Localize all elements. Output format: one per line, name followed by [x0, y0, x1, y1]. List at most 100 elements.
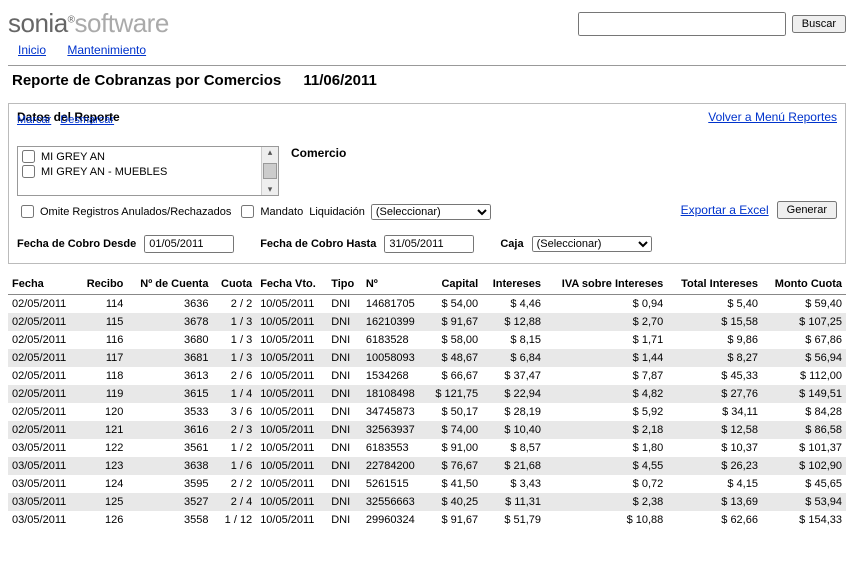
- fecha-desde-label: Fecha de Cobro Desde: [17, 238, 136, 250]
- col-nro: Nº: [362, 274, 426, 295]
- cell-iva: $ 10,88: [545, 511, 667, 529]
- nav-maintenance[interactable]: Mantenimiento: [67, 43, 146, 57]
- comercio-label: Comercio: [291, 130, 346, 160]
- col-intereses: Intereses: [482, 274, 545, 295]
- cell-tipo: DNI: [327, 475, 362, 493]
- table-row: 02/05/201111636801 / 310/05/2011DNI61835…: [8, 331, 846, 349]
- comercio-listbox[interactable]: MI GREY AN MI GREY AN - MUEBLES ▴ ▾: [17, 146, 279, 196]
- cell-tipo: DNI: [327, 403, 362, 421]
- caja-label: Caja: [500, 238, 523, 250]
- scroll-thumb[interactable]: [263, 163, 277, 179]
- cell-cuota: 3 / 6: [212, 403, 256, 421]
- cell-totint: $ 9,86: [667, 331, 762, 349]
- cell-intereses: $ 10,40: [482, 421, 545, 439]
- cell-nro: 10058093: [362, 349, 426, 367]
- cell-cuenta: 3561: [127, 439, 212, 457]
- cell-capital: $ 40,25: [425, 493, 482, 511]
- cell-cuota: 1 / 4: [212, 385, 256, 403]
- scroll-down-icon[interactable]: ▾: [268, 184, 273, 195]
- cell-cuota: 1 / 2: [212, 439, 256, 457]
- page-title-text: Reporte de Cobranzas por Comercios: [12, 72, 281, 89]
- table-row: 03/05/201112635581 / 1210/05/2011DNI2996…: [8, 511, 846, 529]
- marcar-link[interactable]: Marcar: [17, 114, 51, 126]
- cell-monto: $ 149,51: [762, 385, 846, 403]
- brand-logo: sonia®software: [8, 8, 169, 39]
- cell-totint: $ 10,37: [667, 439, 762, 457]
- cell-cuenta: 3680: [127, 331, 212, 349]
- search-button[interactable]: Buscar: [792, 15, 846, 33]
- cell-fecha: 02/05/2011: [8, 349, 78, 367]
- cell-totint: $ 8,27: [667, 349, 762, 367]
- list-item[interactable]: MI GREY AN: [22, 149, 257, 164]
- list-item-checkbox[interactable]: [22, 150, 35, 163]
- export-excel-link[interactable]: Exportar a Excel: [681, 203, 769, 217]
- cell-iva: $ 0,94: [545, 295, 667, 314]
- cell-recibo: 120: [78, 403, 128, 421]
- cell-monto: $ 112,00: [762, 367, 846, 385]
- table-row: 02/05/201111936151 / 410/05/2011DNI18108…: [8, 385, 846, 403]
- fecha-hasta-label: Fecha de Cobro Hasta: [260, 238, 376, 250]
- cell-fecha: 03/05/2011: [8, 475, 78, 493]
- table-row: 02/05/201111536781 / 310/05/2011DNI16210…: [8, 313, 846, 331]
- cell-monto: $ 154,33: [762, 511, 846, 529]
- desmarcar-link[interactable]: Desmarcar: [60, 114, 114, 126]
- brand-part2: software: [75, 8, 169, 38]
- cell-nro: 5261515: [362, 475, 426, 493]
- table-body: 02/05/201111436362 / 210/05/2011DNI14681…: [8, 295, 846, 530]
- cell-vto: 10/05/2011: [256, 331, 327, 349]
- cell-nro: 6183528: [362, 331, 426, 349]
- table-row: 02/05/201111736811 / 310/05/2011DNI10058…: [8, 349, 846, 367]
- cell-fecha: 02/05/2011: [8, 403, 78, 421]
- mandato-checkbox[interactable]: [241, 205, 254, 218]
- cell-vto: 10/05/2011: [256, 439, 327, 457]
- cell-fecha: 02/05/2011: [8, 295, 78, 314]
- cell-monto: $ 107,25: [762, 313, 846, 331]
- cell-cuenta: 3533: [127, 403, 212, 421]
- page-title: Reporte de Cobranzas por Comercios 11/06…: [12, 72, 846, 89]
- comercio-row: Marcar Desmarcar MI GREY AN MI GREY AN -…: [17, 130, 837, 196]
- cell-intereses: $ 8,15: [482, 331, 545, 349]
- cell-intereses: $ 51,79: [482, 511, 545, 529]
- cell-intereses: $ 22,94: [482, 385, 545, 403]
- cell-recibo: 116: [78, 331, 128, 349]
- table-row: 02/05/201112035333 / 610/05/2011DNI34745…: [8, 403, 846, 421]
- scroll-up-icon[interactable]: ▴: [268, 147, 273, 158]
- brand-part1: sonia: [8, 8, 68, 38]
- cell-intereses: $ 11,31: [482, 493, 545, 511]
- fecha-desde-input[interactable]: [144, 235, 234, 253]
- cell-cuenta: 3613: [127, 367, 212, 385]
- cell-capital: $ 50,17: [425, 403, 482, 421]
- caja-select[interactable]: (Seleccionar): [532, 236, 652, 252]
- listbox-scrollbar[interactable]: ▴ ▾: [261, 147, 278, 195]
- list-item[interactable]: MI GREY AN - MUEBLES: [22, 164, 257, 179]
- table-row: 02/05/201111836132 / 610/05/2011DNI15342…: [8, 367, 846, 385]
- cell-totint: $ 27,76: [667, 385, 762, 403]
- table-row: 02/05/201111436362 / 210/05/2011DNI14681…: [8, 295, 846, 314]
- cell-tipo: DNI: [327, 295, 362, 314]
- cell-monto: $ 56,94: [762, 349, 846, 367]
- omite-checkbox-label[interactable]: Omite Registros Anulados/Rechazados: [17, 202, 231, 221]
- liquidacion-label: Liquidación: [309, 206, 365, 218]
- fecha-hasta-input[interactable]: [384, 235, 474, 253]
- col-totint: Total Intereses: [667, 274, 762, 295]
- nav-home[interactable]: Inicio: [18, 43, 46, 57]
- cell-intereses: $ 8,57: [482, 439, 545, 457]
- col-vto: Fecha Vto.: [256, 274, 327, 295]
- back-to-reports-link[interactable]: Volver a Menú Reportes: [708, 110, 837, 124]
- cell-intereses: $ 4,46: [482, 295, 545, 314]
- search-input[interactable]: [578, 12, 786, 36]
- cell-vto: 10/05/2011: [256, 295, 327, 314]
- cell-tipo: DNI: [327, 421, 362, 439]
- cell-vto: 10/05/2011: [256, 511, 327, 529]
- generate-button[interactable]: Generar: [777, 201, 837, 219]
- liquidacion-select[interactable]: (Seleccionar): [371, 204, 491, 220]
- cell-fecha: 03/05/2011: [8, 439, 78, 457]
- mandato-checkbox-label[interactable]: Mandato: [237, 202, 303, 221]
- top-bar: sonia®software Buscar: [8, 8, 846, 39]
- list-item-checkbox[interactable]: [22, 165, 35, 178]
- cell-cuenta: 3681: [127, 349, 212, 367]
- cell-recibo: 124: [78, 475, 128, 493]
- cell-recibo: 122: [78, 439, 128, 457]
- cell-monto: $ 45,65: [762, 475, 846, 493]
- omite-checkbox[interactable]: [21, 205, 34, 218]
